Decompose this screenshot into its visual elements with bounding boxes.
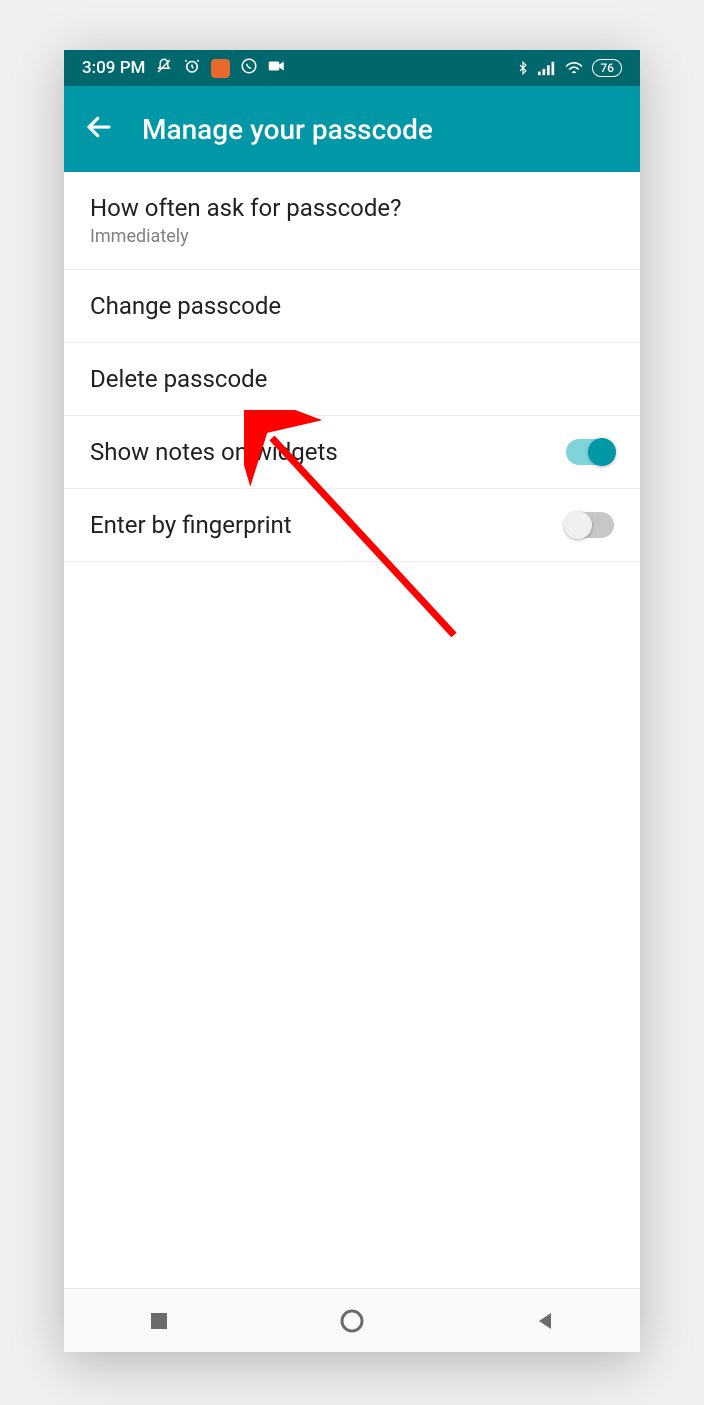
row-change-passcode[interactable]: Change passcode (64, 270, 640, 343)
back-button[interactable] (84, 112, 114, 146)
row-subtitle: Immediately (90, 226, 401, 247)
mute-icon (155, 57, 173, 80)
alarm-icon (183, 57, 201, 80)
toggle-fingerprint[interactable] (566, 512, 614, 538)
nav-back-button[interactable] (533, 1309, 557, 1333)
row-title: Delete passcode (90, 365, 267, 393)
nav-recent-button[interactable] (147, 1309, 171, 1333)
app-bar: Manage your passcode (64, 86, 640, 172)
row-ask-frequency[interactable]: How often ask for passcode? Immediately (64, 172, 640, 270)
status-left: 3:09 PM (82, 57, 286, 80)
nav-home-button[interactable] (337, 1306, 367, 1336)
toggle-widgets[interactable] (566, 439, 614, 465)
status-right: 76 (516, 59, 622, 77)
wifi-icon (564, 60, 584, 76)
video-icon (268, 58, 286, 78)
viber-icon (240, 57, 258, 80)
bluetooth-icon (516, 59, 530, 77)
row-title: How often ask for passcode? (90, 194, 401, 222)
status-time: 3:09 PM (82, 58, 145, 78)
row-show-notes-widgets[interactable]: Show notes on widgets (64, 416, 640, 489)
status-bar: 3:09 PM 76 (64, 50, 640, 86)
signal-icon (538, 60, 556, 76)
row-title: Enter by fingerprint (90, 511, 292, 539)
phone-frame: 3:09 PM 76 (64, 50, 640, 1352)
row-title: Show notes on widgets (90, 438, 338, 466)
settings-list: How often ask for passcode? Immediately … (64, 172, 640, 1288)
page-title: Manage your passcode (142, 113, 433, 146)
row-enter-fingerprint[interactable]: Enter by fingerprint (64, 489, 640, 562)
row-title: Change passcode (90, 292, 281, 320)
app-icon (211, 59, 230, 78)
row-delete-passcode[interactable]: Delete passcode (64, 343, 640, 416)
system-nav-bar (64, 1288, 640, 1352)
battery-indicator: 76 (592, 59, 622, 77)
